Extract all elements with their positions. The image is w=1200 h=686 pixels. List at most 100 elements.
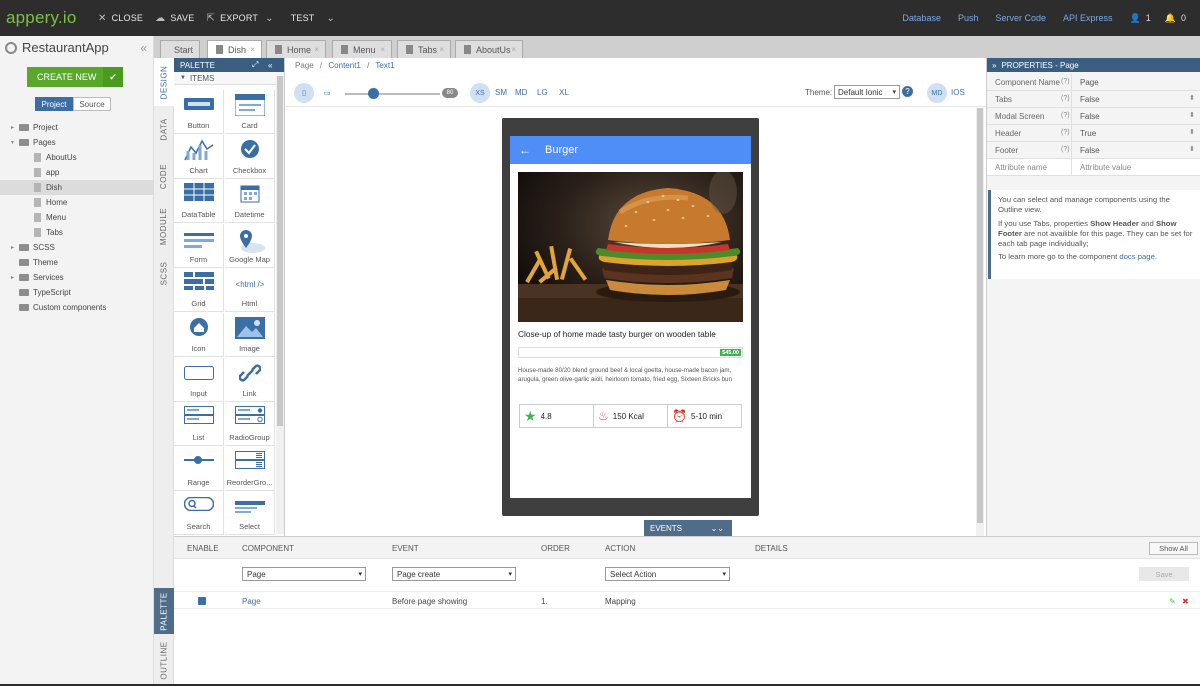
palette-item-datetime[interactable]: Datetime xyxy=(225,179,275,224)
editor-tab-home[interactable]: Home × xyxy=(266,40,326,58)
tree-item-home[interactable]: Home xyxy=(0,195,154,210)
palette-item-form[interactable]: Form xyxy=(174,223,224,268)
palette-item-button[interactable]: Button xyxy=(174,90,224,134)
push-link[interactable]: Push xyxy=(958,13,979,23)
palette-item-html[interactable]: <html /> Html xyxy=(225,268,275,313)
tree-item-scss[interactable]: ▸ SCSS xyxy=(0,240,154,255)
action-select[interactable]: Select Action ▾ xyxy=(605,567,730,581)
triangle-right-icon[interactable]: ▸ xyxy=(11,274,19,281)
expand-icon[interactable]: ⤢ xyxy=(252,60,258,70)
property-value[interactable]: Page xyxy=(1080,78,1099,87)
palette-item-input[interactable]: Input xyxy=(174,357,224,402)
collapse-icon[interactable]: « xyxy=(268,61,272,70)
platform-ios[interactable]: IOS xyxy=(951,88,965,97)
tree-item-project[interactable]: ▸ Project xyxy=(0,120,154,135)
tab-data[interactable]: DATA xyxy=(154,108,174,150)
editor-tab-tabs[interactable]: Tabs × xyxy=(397,40,451,58)
event-select[interactable]: Page create ▾ xyxy=(392,567,516,581)
palette-item-image[interactable]: Image xyxy=(225,313,275,357)
help-icon[interactable]: (?) xyxy=(1061,112,1070,119)
palette-item-reordergro[interactable]: ReorderGro... xyxy=(225,446,275,491)
close-tab-icon[interactable]: × xyxy=(511,45,516,54)
breadcrumb-content1[interactable]: Content1 xyxy=(328,61,360,70)
help-icon[interactable]: ? xyxy=(902,86,913,97)
test-button[interactable]: TEST ⌄ xyxy=(291,13,340,24)
palette-item-link[interactable]: Link xyxy=(225,357,275,402)
tree-item-menu[interactable]: Menu xyxy=(0,210,154,225)
event-row[interactable]: Page Before page showing 1. Mapping ✎ ✖ xyxy=(174,591,1200,609)
palette-item-checkbox[interactable]: Checkbox xyxy=(225,134,275,179)
tab-palette[interactable]: PALETTE xyxy=(154,588,174,634)
event-row-component[interactable]: Page xyxy=(242,597,261,606)
event-save-button[interactable]: Save xyxy=(1139,567,1189,581)
theme-select[interactable]: Default Ionic ▾ xyxy=(834,85,900,99)
platform-md[interactable]: MD xyxy=(927,83,947,103)
property-value[interactable]: True xyxy=(1080,129,1096,138)
notifications[interactable]: 🔔 0 xyxy=(1165,13,1186,24)
close-tab-icon[interactable]: × xyxy=(314,45,319,54)
property-value[interactable]: False xyxy=(1080,112,1100,121)
tab-module[interactable]: MODULE xyxy=(154,201,174,251)
user-menu[interactable]: 👤 1 xyxy=(1130,13,1151,24)
property-value[interactable]: False xyxy=(1080,95,1100,104)
help-icon[interactable]: (?) xyxy=(1061,78,1070,85)
edit-icon[interactable]: ✎ xyxy=(1169,597,1176,606)
property-row-header[interactable]: Header (?) True ⬍ xyxy=(987,125,1200,142)
tree-item-dish[interactable]: Dish xyxy=(0,180,154,195)
close-tab-icon[interactable]: × xyxy=(380,45,385,54)
up-down-arrows-icon[interactable]: ⬍ xyxy=(1189,111,1195,119)
triangle-right-icon[interactable]: ▸ xyxy=(11,244,19,251)
component-select[interactable]: Page ▾ xyxy=(242,567,366,581)
close-tab-icon[interactable]: × xyxy=(188,45,193,54)
editor-tab-aboutus[interactable]: AboutUs × xyxy=(455,40,523,58)
api-express-link[interactable]: API Express xyxy=(1063,13,1113,23)
close-tab-icon[interactable]: × xyxy=(250,45,255,54)
width-slider-handle[interactable] xyxy=(368,88,379,99)
property-row-tabs[interactable]: Tabs (?) False ⬍ xyxy=(987,91,1200,108)
palette-item-icon[interactable]: Icon xyxy=(174,313,224,357)
property-row-modal-screen[interactable]: Modal Screen (?) False ⬍ xyxy=(987,108,1200,125)
show-all-button[interactable]: Show All xyxy=(1149,542,1198,555)
tree-item-services[interactable]: ▸ Services xyxy=(0,270,154,285)
palette-item-list[interactable]: List xyxy=(174,402,224,447)
attribute-row[interactable]: Attribute name Attribute value xyxy=(987,159,1200,176)
triangle-down-icon[interactable]: ▾ xyxy=(11,139,19,146)
tree-item-typescript[interactable]: TypeScript xyxy=(0,285,154,300)
tab-code[interactable]: CODE xyxy=(154,154,174,198)
close-button[interactable]: ✕ CLOSE xyxy=(98,13,143,24)
palette-scrollbar[interactable] xyxy=(276,76,284,534)
up-down-arrows-icon[interactable]: ⬍ xyxy=(1189,94,1195,102)
burger-image[interactable] xyxy=(518,172,743,322)
tree-item-custom-components[interactable]: Custom components xyxy=(0,300,154,315)
breadcrumb-text1[interactable]: Text1 xyxy=(375,61,394,70)
tab-design[interactable]: DESIGN xyxy=(154,58,174,106)
create-new-button[interactable]: CREATE NEW ✔ xyxy=(27,67,123,87)
help-icon[interactable]: (?) xyxy=(1061,146,1070,153)
breakpoint-xl[interactable]: XL xyxy=(559,88,569,97)
palette-item-select[interactable]: Select xyxy=(225,491,275,536)
palette-item-card[interactable]: Card xyxy=(225,90,275,134)
editor-tab-menu[interactable]: Menu × xyxy=(332,40,392,58)
tab-source[interactable]: Source xyxy=(73,97,111,111)
help-icon[interactable]: (?) xyxy=(1061,129,1070,136)
breakpoint-md[interactable]: MD xyxy=(515,88,527,97)
palette-items-section[interactable]: ▼ ITEMS xyxy=(174,72,284,85)
appery-logo[interactable]: appery.io xyxy=(6,8,86,28)
export-button[interactable]: ⇱ EXPORT ⌄ xyxy=(206,13,278,24)
up-down-arrows-icon[interactable]: ⬍ xyxy=(1189,145,1195,153)
triangle-right-icon[interactable]: ▸ xyxy=(11,124,19,131)
collapse-panel-icon[interactable]: « xyxy=(140,41,147,55)
phone-view-button[interactable]: ▯ xyxy=(294,83,314,103)
save-button[interactable]: ☁ SAVE xyxy=(155,13,194,24)
tree-item-aboutus[interactable]: AboutUs xyxy=(0,150,154,165)
palette-item-search[interactable]: Search xyxy=(174,491,224,536)
close-tab-icon[interactable]: × xyxy=(439,45,444,54)
collapse-icon[interactable]: » xyxy=(992,61,996,70)
events-toggle[interactable]: EVENTS ⌄⌄ xyxy=(644,520,732,536)
property-row-component-name[interactable]: Component Name (?) Page xyxy=(987,74,1200,91)
docs-page-link[interactable]: docs page xyxy=(1119,252,1154,261)
width-slider-track[interactable] xyxy=(345,93,440,95)
property-row-footer[interactable]: Footer (?) False ⬍ xyxy=(987,142,1200,159)
tree-item-theme[interactable]: Theme xyxy=(0,255,154,270)
tab-scss[interactable]: SCSS xyxy=(154,253,174,293)
